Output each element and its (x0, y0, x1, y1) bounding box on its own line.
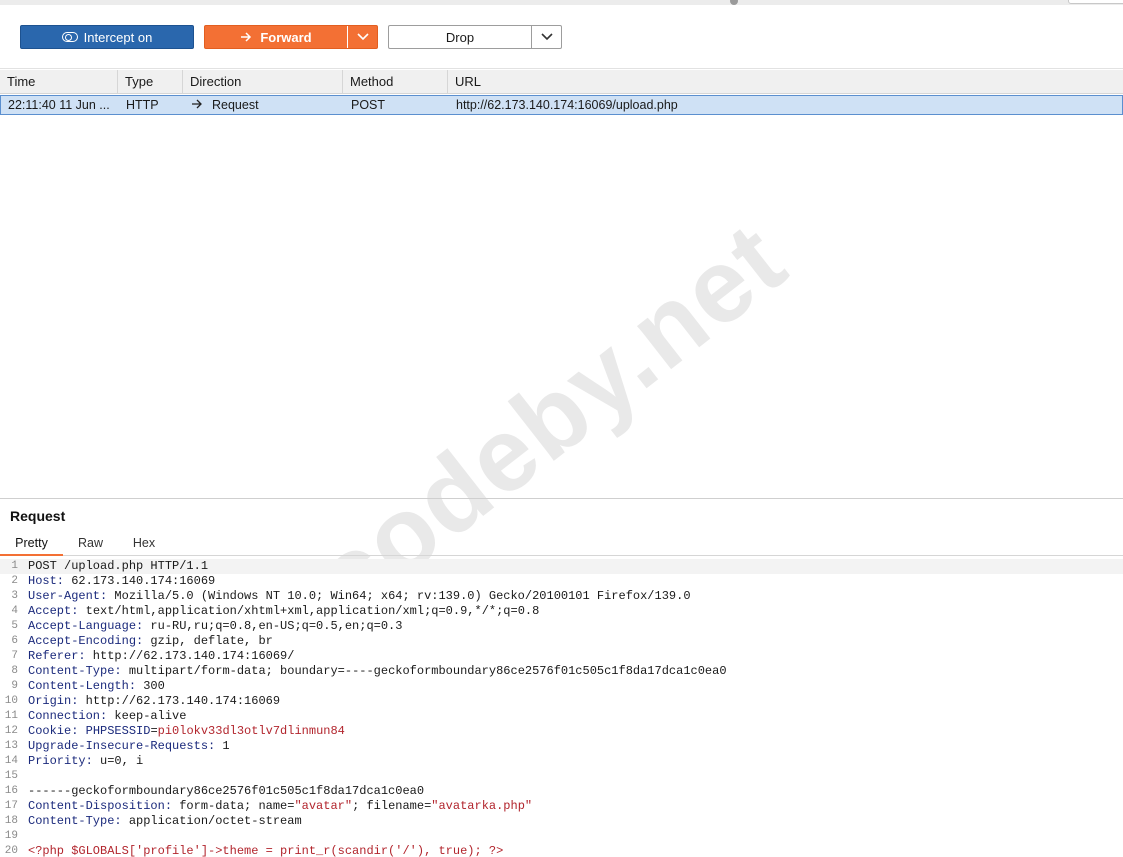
drop-label: Drop (445, 29, 475, 45)
editor-line: 4 Accept: text/html,application/xhtml+xml… (11, 604, 540, 618)
arrow-right-icon (192, 99, 202, 109)
tab-hex[interactable]: Hex (118, 533, 170, 556)
editor-line: 14 Priority: u=0, i (4, 754, 144, 768)
editor-line: 17 Content-Disposition: form-data; name="… (4, 799, 533, 813)
tab-raw[interactable]: Raw (63, 533, 118, 556)
panel-divider[interactable] (0, 498, 1123, 499)
editor-line: 10 Origin: http://62.173.140.174:16069 (4, 694, 281, 708)
editor-line: 7 Referer: http://62.173.140.174:16069/ (11, 649, 295, 663)
toggle-icon (61, 32, 78, 42)
forward-button[interactable]: Forward (204, 25, 378, 49)
editor-line: 3 User-Agent: Mozilla/5.0 (Windows NT 10.… (11, 589, 691, 603)
editor-line: 12 Cookie: PHPSESSID=pi0lokv33dl3otlv7dli… (4, 724, 345, 738)
editor-line: 9 Content-Length: 300 (11, 679, 165, 693)
arrow-right-icon (241, 32, 252, 42)
column-header-time[interactable]: Time (0, 70, 118, 94)
editor-line: 15 (4, 770, 18, 782)
chevron-down-icon (356, 33, 369, 41)
request-tabs: Pretty Raw Hex (0, 533, 1123, 556)
editor-line: 6 Accept-Encoding: gzip, deflate, br (11, 634, 273, 648)
intercept-table-header: Time Type Direction Method URL (0, 70, 1123, 94)
direction-text: Request (212, 98, 259, 112)
forward-dropdown[interactable] (347, 26, 377, 48)
intercept-toggle-button[interactable]: Intercept on (20, 25, 194, 49)
cell-url: http://62.173.140.174:16069/upload.php (456, 98, 678, 112)
drop-button[interactable]: Drop (388, 25, 562, 49)
cell-type: HTTP (126, 98, 159, 112)
chevron-down-icon (540, 33, 553, 41)
request-panel-title: Request (10, 508, 66, 524)
editor-line: 8 Content-Type: multipart/form-data; boun… (11, 664, 727, 678)
editor-line: 1 POST /upload.php HTTP/1.1 (0, 559, 1123, 574)
request-editor[interactable]: 1 POST /upload.php HTTP/1.1 2 Host: 62.173… (0, 559, 1123, 857)
editor-line: 16 ------geckoformboundary86ce2576f01c505… (4, 784, 425, 798)
editor-line: 13 Upgrade-Insecure-Requests: 1 (4, 739, 230, 753)
column-header-type[interactable]: Type (118, 70, 183, 94)
cell-direction: Request (184, 96, 344, 114)
drop-dropdown[interactable] (531, 26, 561, 48)
intercept-label: Intercept on (83, 29, 153, 45)
column-header-url[interactable]: URL (448, 70, 1123, 94)
forward-main[interactable]: Forward (205, 26, 347, 48)
editor-line: 2 Host: 62.173.140.174:16069 (11, 574, 216, 588)
cell-time: 22:11:40 11 Jun ... (8, 98, 110, 112)
column-header-direction[interactable]: Direction (183, 70, 343, 94)
table-row[interactable]: 22:11:40 11 Jun ... HTTP Request POST ht… (0, 95, 1123, 115)
editor-line: 19 (4, 830, 18, 842)
top-right-control[interactable] (1068, 0, 1123, 4)
editor-line: 20 <?php $GLOBALS['profile']->theme = pri… (4, 844, 504, 857)
drop-main[interactable]: Drop (389, 26, 531, 48)
cell-method: POST (351, 98, 386, 112)
editor-line: 5 Accept-Language: ru-RU,ru;q=0.8,en-US;q… (11, 619, 403, 633)
forward-label: Forward (260, 29, 312, 45)
editor-line: 11 Connection: keep-alive (4, 709, 187, 723)
intercept-toolbar: Intercept on Forward Drop (0, 5, 1123, 69)
column-header-method[interactable]: Method (343, 70, 448, 94)
editor-line: 18 Content-Type: application/octet-stream (4, 814, 302, 828)
tab-pretty[interactable]: Pretty (0, 533, 63, 556)
